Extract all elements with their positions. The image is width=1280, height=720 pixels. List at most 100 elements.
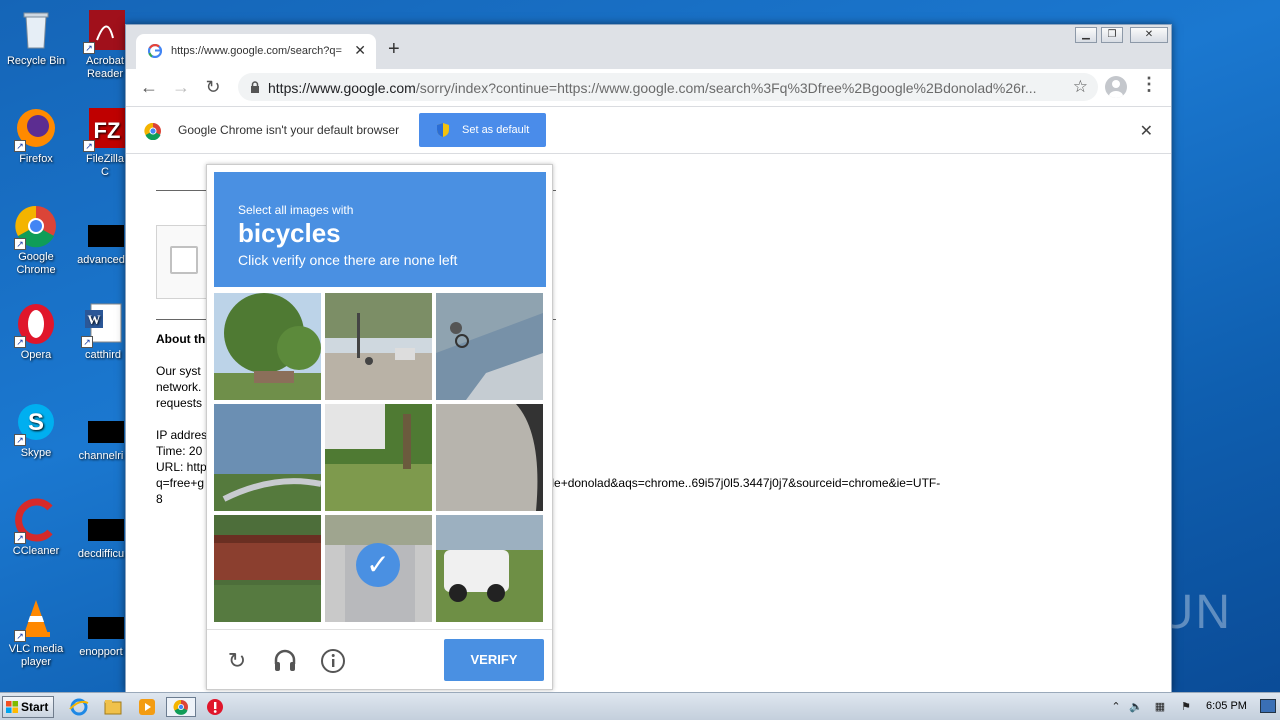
tray-expand-icon[interactable]: ⌃ <box>1108 700 1124 714</box>
svg-text:W: W <box>88 312 101 327</box>
reload-challenge-icon[interactable]: ↻ <box>224 648 250 674</box>
shortcut-arrow-icon: ↗ <box>83 140 95 152</box>
desktop-icon-skype[interactable]: S ↗ Skype <box>0 400 72 460</box>
verify-button[interactable]: VERIFY <box>444 639 544 681</box>
shortcut-arrow-icon: ↗ <box>14 238 26 250</box>
svg-text:S: S <box>28 409 44 436</box>
person-icon <box>1109 80 1123 98</box>
explanation-line-3: requests <box>156 396 203 410</box>
recaptcha-box <box>156 225 212 299</box>
challenge-header: Select all images with bicycles Click ve… <box>214 172 546 287</box>
shortcut-arrow-icon: ↗ <box>14 336 26 348</box>
tab-title: https://www.google.com/search?q= <box>171 45 342 57</box>
desktop-icon-channelri[interactable]: channelri <box>74 450 128 463</box>
desktop-icon-label: Google Chrome <box>16 251 56 276</box>
desktop-icon-catthird[interactable]: W ↗ catthird <box>78 302 128 362</box>
desktop-icon-label: decdifficu <box>77 548 125 560</box>
bookmark-star-icon[interactable]: ☆ <box>1073 77 1088 97</box>
challenge-instruction: Select all images with <box>238 203 354 217</box>
ip-address-line: IP addres <box>156 428 208 442</box>
image-tile-5[interactable] <box>325 404 432 511</box>
challenge-footer: ↻ VERIFY <box>207 629 552 691</box>
address-bar[interactable]: https://www.google.com/sorry/index?conti… <box>238 73 1098 101</box>
image-tile-4[interactable] <box>214 404 321 511</box>
recycle-bin-icon <box>14 8 58 52</box>
redacted-icon <box>88 225 124 247</box>
lock-icon <box>251 81 259 93</box>
image-tile-8[interactable]: ✓ <box>325 515 432 622</box>
time-line: Time: 20 <box>156 444 203 458</box>
shortcut-arrow-icon: ↗ <box>14 630 26 642</box>
image-tile-9[interactable] <box>436 515 543 622</box>
shortcut-arrow-icon: ↗ <box>81 336 93 348</box>
image-tile-3[interactable] <box>436 293 543 400</box>
chrome-icon: ↗ <box>14 204 58 250</box>
explanation-line-1: Our syst <box>156 364 201 378</box>
desktop-icon-label: enopport <box>79 646 123 658</box>
taskbar-media-player-icon[interactable] <box>136 697 158 717</box>
image-tile-7[interactable] <box>214 515 321 622</box>
desktop-icon-firefox[interactable]: ↗ Firefox <box>0 106 72 166</box>
menu-kebab-icon[interactable]: ⋮ <box>1140 74 1158 95</box>
tray-network-icon[interactable]: ▦ <box>1152 700 1168 714</box>
taskbar-clock[interactable]: 6:05 PM <box>1206 700 1247 712</box>
tab-google-search[interactable]: https://www.google.com/search?q= ✕ <box>136 34 376 69</box>
opera-icon: ↗ <box>14 302 58 348</box>
taskbar-opera-icon[interactable] <box>204 697 226 717</box>
shortcut-arrow-icon: ↗ <box>83 42 95 54</box>
set-as-default-button[interactable]: Set as default <box>419 113 546 147</box>
recaptcha-checkbox[interactable] <box>170 246 198 274</box>
taskbar-ie-icon[interactable] <box>68 697 90 717</box>
desktop-icon-ccleaner[interactable]: ↗ CCleaner <box>0 498 72 558</box>
shortcut-arrow-icon: ↗ <box>14 532 26 544</box>
forward-button[interactable]: → <box>170 76 192 98</box>
infobar-close-icon[interactable]: ✕ <box>1140 121 1153 141</box>
desktop-icon-filezilla[interactable]: FZ ↗ FileZilla C <box>82 106 128 179</box>
browser-toolbar: ← → ↻ https://www.google.com/sorry/index… <box>126 69 1171 105</box>
profile-avatar[interactable] <box>1105 76 1127 98</box>
image-tile-1[interactable] <box>214 293 321 400</box>
minimize-button[interactable]: ▁ <box>1075 27 1097 43</box>
chrome-logo-icon <box>144 122 161 140</box>
back-button[interactable]: ← <box>138 76 160 98</box>
set-as-default-label: Set as default <box>462 124 530 136</box>
desktop-icon-enopport[interactable]: enopport <box>74 646 128 659</box>
desktop-icon-label: Skype <box>20 447 52 459</box>
recaptcha-challenge: Select all images with bicycles Click ve… <box>206 164 553 690</box>
redacted-icon <box>88 421 124 443</box>
desktop-icon-google-chrome[interactable]: ↗ Google Chrome <box>0 204 72 277</box>
tray-action-center-icon[interactable]: ⚑ <box>1178 700 1194 714</box>
url-path: /sorry/index?continue=https://www.google… <box>415 80 1037 96</box>
show-desktop-button[interactable] <box>1260 699 1276 713</box>
query-line-rest: ogle+donolad&aqs=chrome..69i57j0l5.3447j… <box>538 476 941 490</box>
taskbar-chrome-icon[interactable] <box>166 697 196 717</box>
desktop-icon-vlc[interactable]: ↗ VLC media player <box>0 596 72 669</box>
desktop-icon-decdifficu[interactable]: decdifficu <box>74 548 128 561</box>
audio-challenge-icon[interactable] <box>272 648 298 674</box>
skype-icon: S ↗ <box>14 400 58 446</box>
new-tab-button[interactable]: + <box>388 39 400 59</box>
tray-volume-icon[interactable]: 🔈 <box>1128 700 1144 714</box>
firefox-icon: ↗ <box>14 106 58 152</box>
infobar-message: Google Chrome isn't your default browser <box>178 123 400 137</box>
image-tile-6[interactable] <box>436 404 543 511</box>
info-icon[interactable] <box>320 648 346 674</box>
desktop-icon-opera[interactable]: ↗ Opera <box>0 302 72 362</box>
restore-button[interactable]: ❐ <box>1101 27 1123 43</box>
close-window-button[interactable]: ✕ <box>1130 27 1168 43</box>
about-heading: About th <box>156 332 206 346</box>
tab-close-icon[interactable]: ✕ <box>354 42 366 59</box>
start-button[interactable]: Start <box>2 696 54 718</box>
desktop-icon-recycle-bin[interactable]: Recycle Bin <box>0 8 72 68</box>
start-label: Start <box>21 700 49 714</box>
taskbar-explorer-icon[interactable] <box>102 697 124 717</box>
tab-strip: https://www.google.com/search?q= ✕ + ▁ ❐… <box>126 25 1171 69</box>
image-tile-2[interactable] <box>325 293 432 400</box>
url-text: https://www.google.com/sorry/index?conti… <box>268 80 1068 96</box>
desktop-icon-advanced[interactable]: advanced <box>74 254 128 267</box>
desktop-icon-label: Acrobat Reader <box>86 55 124 80</box>
desktop-icon-acrobat-reader[interactable]: ↗ Acrobat Reader <box>82 8 128 81</box>
reload-button[interactable]: ↻ <box>202 76 224 98</box>
desktop-icon-label: CCleaner <box>12 545 60 557</box>
query-line: q=free+g <box>156 476 205 490</box>
